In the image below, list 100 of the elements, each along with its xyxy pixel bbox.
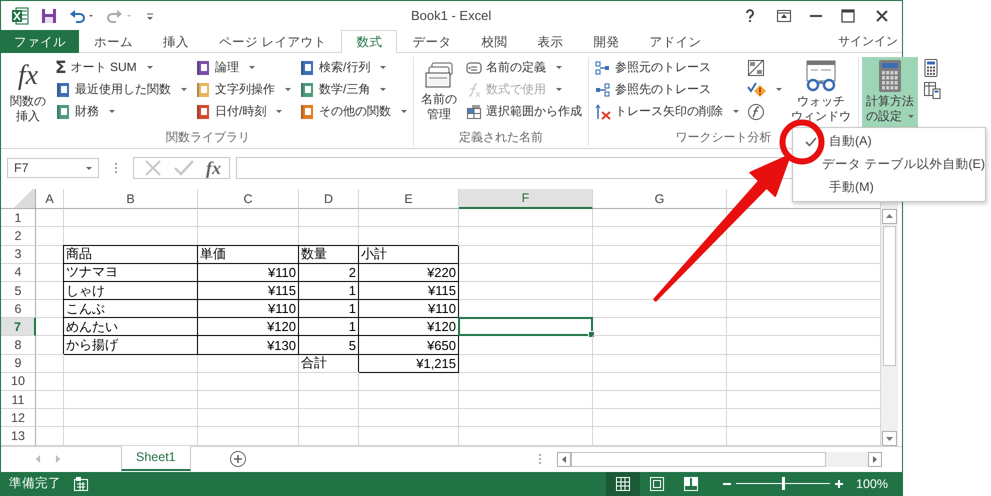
table-cell: 合計 <box>299 354 359 373</box>
book-icon <box>55 82 71 98</box>
table-cell: ¥650 <box>359 336 459 355</box>
ribbon-display-icon <box>776 8 792 24</box>
row-header[interactable]: 2 <box>1 227 36 246</box>
table-cell <box>36 372 64 392</box>
ribbon-tab[interactable]: ページ レイアウト <box>204 30 342 53</box>
ribbon-button[interactable]: 日付/時刻 <box>192 100 294 123</box>
ribbon-tab[interactable]: 数式 <box>341 30 398 53</box>
ribbon-button[interactable]: 参照先のトレース <box>592 78 742 101</box>
row-header[interactable]: 4 <box>1 264 36 282</box>
zoom-level[interactable]: 100% <box>856 476 888 491</box>
ribbon-button[interactable]: 選択範囲から作成 <box>463 100 585 123</box>
sheet-calculator-icon <box>923 80 941 99</box>
row-header[interactable]: 5 <box>1 282 36 300</box>
scroll-up-icon <box>882 209 897 224</box>
ribbon-tab[interactable]: アドイン <box>634 30 716 53</box>
column-header[interactable]: G <box>593 189 727 210</box>
ribbon-button[interactable]: 論理 <box>192 56 294 79</box>
table-cell <box>299 409 359 428</box>
table-cell: から揚げ <box>64 336 198 355</box>
ribbon-tab[interactable]: 挿入 <box>148 30 204 53</box>
page-layout-icon <box>649 476 666 492</box>
column-header[interactable]: D <box>299 189 359 210</box>
grip-icon <box>113 161 119 176</box>
ribbon-tab[interactable]: 表示 <box>522 30 578 53</box>
row-header[interactable]: 13 <box>1 427 36 446</box>
column-header[interactable]: F <box>459 189 593 210</box>
book-icon <box>55 104 71 120</box>
ribbon-button[interactable]: Σ オート SUM <box>52 56 190 79</box>
ribbon-button[interactable]: 財務 <box>52 100 190 123</box>
table-cell: 小計 <box>359 246 459 264</box>
row-header[interactable]: 9 <box>1 354 36 373</box>
table-cell: ¥110 <box>198 300 299 318</box>
undo-icon <box>69 8 95 24</box>
row-header[interactable]: 1 <box>1 209 36 228</box>
row-header[interactable]: 11 <box>1 391 36 410</box>
view-button[interactable] <box>606 472 640 496</box>
row-header[interactable]: 10 <box>1 372 36 392</box>
menu-item[interactable]: 自動(A) <box>829 133 872 150</box>
table-cell: ¥130 <box>198 336 299 355</box>
row-header[interactable]: 7 <box>1 318 36 336</box>
scroll-right-icon <box>868 452 882 467</box>
table-cell <box>36 354 64 373</box>
scroll-thumb[interactable] <box>883 226 896 366</box>
scroll-down-icon <box>882 430 897 446</box>
ribbon-button[interactable]: 文字列操作 <box>192 78 294 101</box>
table-cell: ¥115 <box>198 282 299 300</box>
column-header[interactable]: B <box>64 189 198 210</box>
group-label: 定義された名前 <box>459 130 543 144</box>
ribbon-button[interactable]: 参照元のトレース <box>592 56 742 79</box>
ribbon-button[interactable]: 計算方法 の設定 <box>862 56 918 129</box>
table-cell: ¥115 <box>359 282 459 300</box>
ribbon-tab[interactable]: データ <box>397 30 466 53</box>
name-box[interactable]: F7 <box>7 158 99 178</box>
close-icon <box>874 8 890 24</box>
function-icon <box>466 82 482 98</box>
tag-icon <box>466 60 482 76</box>
insert-function-button[interactable]: fx <box>206 158 221 179</box>
table-cell: ¥110 <box>359 300 459 318</box>
row-header[interactable]: 8 <box>1 336 36 355</box>
horizontal-scrollbar[interactable] <box>557 452 882 467</box>
ribbon-button[interactable]: 名前の定義 <box>463 56 585 79</box>
table-cell <box>299 372 359 392</box>
file-tab[interactable]: ファイル <box>1 30 79 53</box>
status-text: 準備完了 <box>9 475 61 492</box>
row-header[interactable]: 3 <box>1 246 36 264</box>
cell-cursor[interactable] <box>458 317 593 336</box>
fill-handle[interactable] <box>588 331 595 338</box>
ribbon-button[interactable]: 最近使用した関数 <box>52 78 190 101</box>
menu-item[interactable]: 手動(M) <box>829 179 874 196</box>
menu-item[interactable]: データ テーブル以外自動(E) <box>822 156 985 173</box>
trace-arrow-icon <box>595 82 611 98</box>
ribbon-tab[interactable]: ホーム <box>79 30 148 53</box>
sign-in-link[interactable]: サインイン <box>838 30 902 52</box>
table-cell: 2 <box>299 264 359 282</box>
column-header[interactable]: C <box>198 189 299 210</box>
slider-thumb[interactable] <box>782 477 786 490</box>
row-header[interactable]: 12 <box>1 409 36 428</box>
button-label: 論理 <box>215 59 239 76</box>
sheet-tab[interactable]: Sheet1 <box>121 444 191 471</box>
ribbon-tab[interactable]: 校閲 <box>466 30 522 53</box>
function-glyph: Σ <box>55 58 67 77</box>
ribbon-button[interactable]: 名前の 管理 <box>417 56 461 129</box>
column-header[interactable]: A <box>36 189 64 210</box>
button-label: 名前の <box>421 92 457 107</box>
book-icon <box>299 104 315 120</box>
ribbon-button[interactable]: その他の関数 <box>296 100 410 123</box>
ribbon-button[interactable]: トレース矢印の削除 <box>592 100 742 123</box>
ribbon-button[interactable]: 検索/行列 <box>296 56 410 79</box>
ribbon-button[interactable]: 数学/三角 <box>296 78 410 101</box>
scroll-thumb[interactable] <box>571 452 826 467</box>
button-label: 数学/三角 <box>319 81 370 98</box>
cancel-icon <box>144 159 162 178</box>
ribbon-tab[interactable]: 開発 <box>578 30 634 53</box>
circle-function-icon <box>747 102 765 121</box>
formula-sheet-icon <box>747 58 765 77</box>
function-glyph: fx <box>18 58 38 93</box>
table-cell <box>36 227 64 246</box>
ribbon-button[interactable]: fx 関数の 挿入 <box>6 56 50 129</box>
